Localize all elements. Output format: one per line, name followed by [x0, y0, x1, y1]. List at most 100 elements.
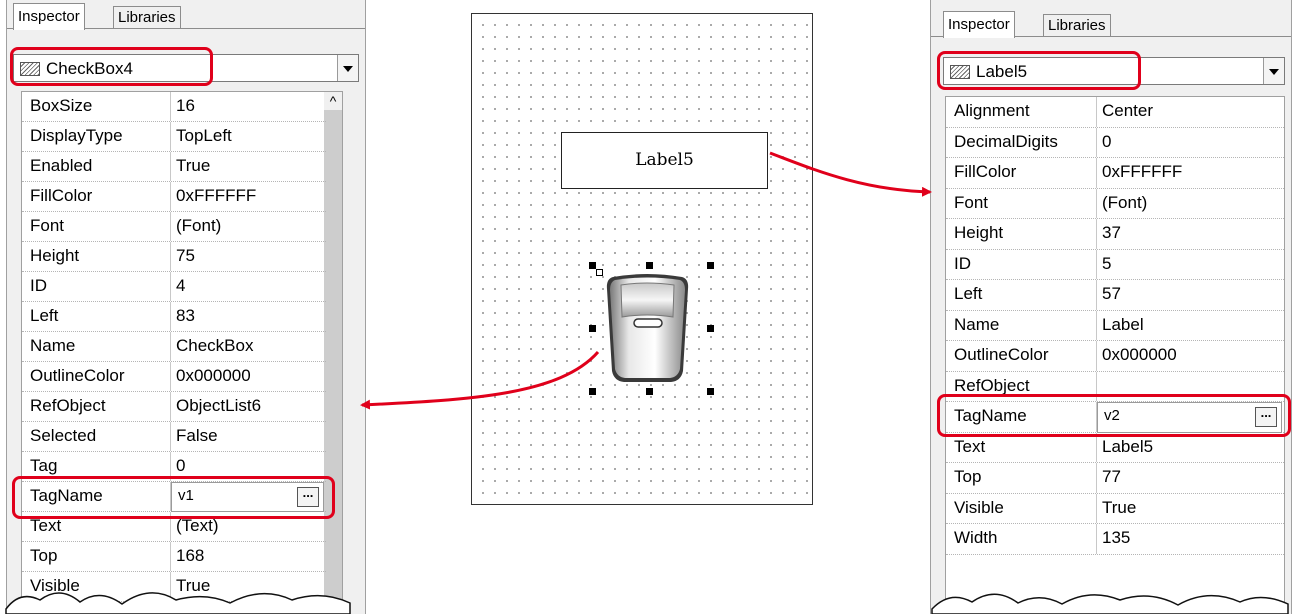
label-object-text: Label5 — [635, 150, 694, 170]
property-name: Height — [30, 246, 80, 265]
property-name: BoxSize — [30, 96, 93, 115]
left-tab-bar: Inspector Libraries — [7, 0, 365, 30]
right-inspector-panel: Inspector Libraries Label5 Alignment Cent… — [930, 0, 1292, 614]
column-separator — [170, 92, 171, 121]
property-grid: ^ BoxSize 16 DisplayType TopLeft Enabled True… — [21, 91, 343, 614]
property-row-id[interactable]: ID 5 — [946, 249, 1284, 280]
selection-handle[interactable] — [589, 262, 596, 269]
selection-handle[interactable] — [707, 262, 714, 269]
property-value: Label5 — [1102, 436, 1154, 456]
property-row-enabled[interactable]: Enabled True — [22, 152, 326, 182]
property-name: FillColor — [30, 186, 93, 205]
column-separator — [170, 152, 171, 181]
property-value: True — [1102, 497, 1137, 517]
property-row-fillcolor[interactable]: FillColor 0xFFFFFF — [946, 158, 1284, 189]
column-separator — [170, 272, 171, 301]
property-row-height[interactable]: Height 75 — [22, 242, 326, 272]
scroll-up-icon[interactable]: ^ — [324, 92, 342, 110]
selection-handle[interactable] — [646, 388, 653, 395]
property-name: DisplayType — [30, 126, 123, 145]
tab-libraries[interactable]: Libraries — [1043, 14, 1111, 37]
property-row-visible[interactable]: Visible True — [946, 493, 1284, 524]
property-row-top[interactable]: Top 168 — [22, 542, 326, 572]
tab-inspector[interactable]: Inspector — [13, 3, 85, 30]
property-name: DecimalDigits — [954, 131, 1058, 151]
property-value: 0xFFFFFF — [176, 186, 257, 205]
property-name: Tag — [30, 456, 58, 475]
property-row-width[interactable]: Width 135 — [946, 524, 1284, 555]
property-name: Height — [954, 223, 1004, 242]
tab-libraries[interactable]: Libraries — [113, 6, 181, 29]
property-row-id[interactable]: ID 4 — [22, 272, 326, 302]
property-value: ObjectList6 — [176, 396, 262, 415]
property-value: True — [176, 156, 211, 175]
column-separator — [170, 212, 171, 241]
property-value: 0xFFFFFF — [1102, 162, 1183, 181]
property-row-left[interactable]: Left 83 — [22, 302, 326, 332]
property-row-displaytype[interactable]: DisplayType TopLeft — [22, 122, 326, 152]
design-canvas[interactable]: Label5 — [471, 13, 813, 505]
property-row-visible[interactable]: Visible True — [22, 572, 326, 602]
selection-handle[interactable] — [707, 388, 714, 395]
column-separator — [170, 302, 171, 331]
property-value: False — [176, 426, 218, 445]
selection-handle[interactable] — [589, 325, 596, 332]
highlight-tagname-right — [937, 394, 1291, 437]
property-row-font[interactable]: Font (Font) — [22, 212, 326, 242]
selection-handle-hollow[interactable] — [596, 269, 603, 276]
selection-handle[interactable] — [646, 262, 653, 269]
property-row-text[interactable]: Text Label5 — [946, 432, 1284, 463]
column-separator — [1096, 127, 1097, 157]
property-name: OutlineColor — [954, 345, 1049, 364]
property-name: Top — [30, 546, 58, 565]
property-row-name[interactable]: Name Label — [946, 310, 1284, 341]
chevron-down-icon[interactable] — [1263, 58, 1284, 84]
column-separator — [1096, 463, 1097, 493]
right-tab-bar: Inspector Libraries — [931, 4, 1291, 38]
property-value: 0 — [1102, 131, 1112, 151]
property-row-refobject[interactable]: RefObject ObjectList6 — [22, 392, 326, 422]
property-value: 57 — [1102, 284, 1121, 303]
property-row-decimaldigits[interactable]: DecimalDigits 0 — [946, 127, 1284, 158]
property-value: 4 — [176, 276, 186, 295]
scrollbar[interactable]: ^ — [324, 92, 342, 613]
label-object[interactable]: Label5 — [561, 132, 768, 189]
property-name: ID — [30, 276, 47, 295]
tab-inspector[interactable]: Inspector — [943, 11, 1015, 38]
property-row-outlinecolor[interactable]: OutlineColor 0x000000 — [22, 362, 326, 392]
property-value: True — [176, 576, 211, 595]
column-separator — [1096, 188, 1097, 218]
property-name: Selected — [30, 426, 97, 445]
property-name: Font — [30, 216, 65, 235]
property-row-alignment[interactable]: Alignment Center — [946, 97, 1284, 128]
highlight-tagname-left — [12, 476, 335, 519]
property-row-outlinecolor[interactable]: OutlineColor 0x000000 — [946, 341, 1284, 372]
property-value: 5 — [1102, 253, 1112, 273]
property-name: ID — [954, 253, 971, 273]
property-value: (Font) — [176, 216, 222, 235]
property-row-left[interactable]: Left 57 — [946, 280, 1284, 311]
property-row-height[interactable]: Height 37 — [946, 219, 1284, 250]
property-row-fillcolor[interactable]: FillColor 0xFFFFFF — [22, 182, 326, 212]
property-value: 37 — [1102, 223, 1121, 242]
property-row-top[interactable]: Top 77 — [946, 463, 1284, 494]
property-name: Enabled — [30, 156, 93, 175]
property-row-name[interactable]: Name CheckBox — [22, 332, 326, 362]
property-value: 135 — [1102, 528, 1131, 547]
column-separator — [170, 422, 171, 451]
selection-handle[interactable] — [707, 325, 714, 332]
toggle-switch-object[interactable] — [603, 271, 692, 384]
property-value: 168 — [176, 546, 205, 565]
property-row-font[interactable]: Font (Font) — [946, 188, 1284, 219]
property-row-selected[interactable]: Selected False — [22, 422, 326, 452]
column-separator — [1096, 249, 1097, 279]
property-name: OutlineColor — [30, 366, 125, 385]
column-separator — [1096, 158, 1097, 188]
property-value: 77 — [1102, 467, 1121, 486]
column-separator — [1096, 341, 1097, 371]
property-value: 0x000000 — [176, 366, 251, 385]
selection-handle[interactable] — [589, 388, 596, 395]
property-row-boxsize[interactable]: BoxSize 16 — [22, 92, 326, 122]
column-separator — [1096, 493, 1097, 523]
chevron-down-icon[interactable] — [337, 55, 358, 81]
